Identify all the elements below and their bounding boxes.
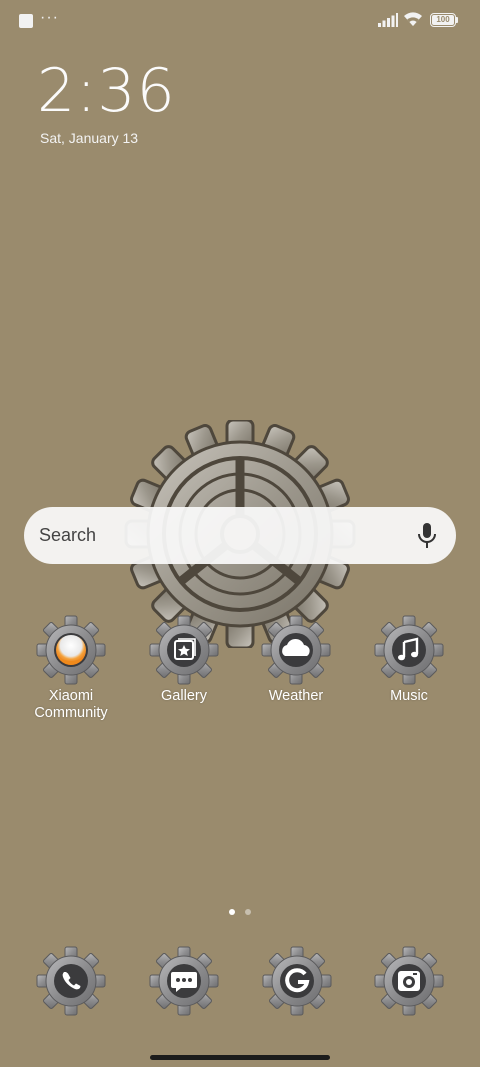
- music-icon[interactable]: [373, 614, 445, 686]
- page-dot: [245, 909, 251, 915]
- wifi-icon: [404, 12, 422, 26]
- battery-level: 100: [436, 15, 450, 24]
- gesture-navigation-bar[interactable]: [150, 1055, 330, 1060]
- search-placeholder: Search: [39, 525, 97, 545]
- app-label: Weather: [268, 688, 324, 704]
- browser-icon[interactable]: [261, 945, 333, 1017]
- messages-icon[interactable]: [148, 945, 220, 1017]
- app-label: Xiaomi Community: [34, 688, 108, 721]
- signal-icon: [378, 13, 398, 27]
- clock-date[interactable]: Sat, January 13: [40, 130, 138, 146]
- clock-time[interactable]: 2:36: [37, 56, 176, 126]
- camera-icon[interactable]: [373, 945, 445, 1017]
- weather-icon[interactable]: [260, 614, 332, 686]
- more-notifications-icon: ···: [40, 9, 59, 26]
- microphone-icon[interactable]: [416, 522, 438, 550]
- battery-icon: 100: [430, 13, 456, 27]
- app-weather[interactable]: Weather: [241, 614, 351, 705]
- app-xiaomi-community[interactable]: Xiaomi Community: [16, 614, 126, 722]
- status-bar: ··· 100: [0, 0, 480, 42]
- phone-icon[interactable]: [35, 945, 107, 1017]
- app-label: Music: [390, 688, 428, 704]
- xiaomi-community-icon[interactable]: [35, 614, 107, 686]
- gallery-icon[interactable]: [148, 614, 220, 686]
- app-label: Gallery: [161, 688, 207, 704]
- notification-square-icon: [19, 14, 33, 28]
- app-music[interactable]: Music: [354, 614, 464, 705]
- page-dot-active: [229, 909, 235, 915]
- app-gallery[interactable]: Gallery: [129, 614, 239, 705]
- search-bar[interactable]: Search: [24, 507, 456, 564]
